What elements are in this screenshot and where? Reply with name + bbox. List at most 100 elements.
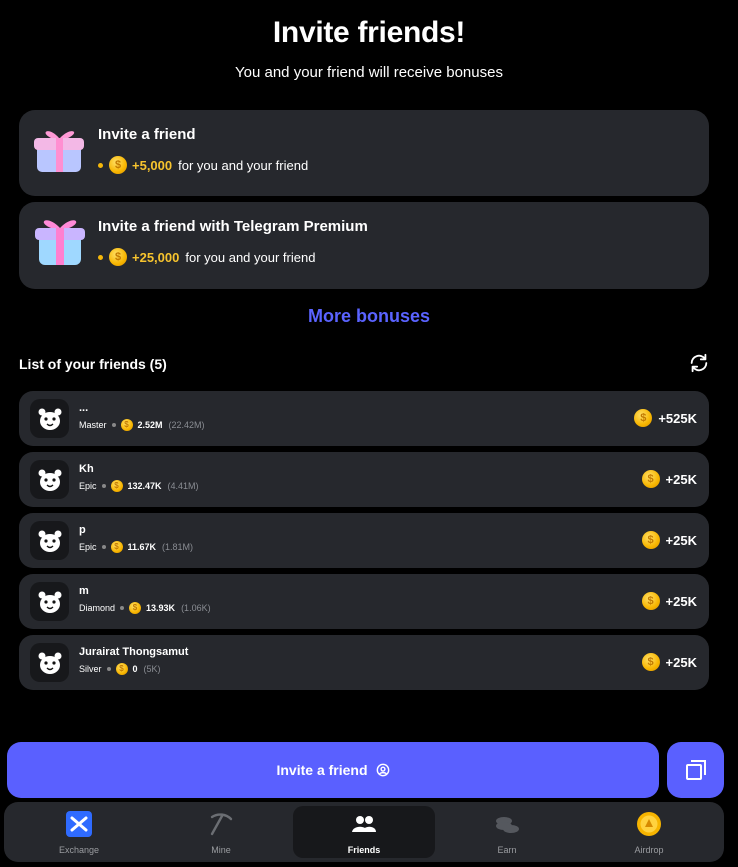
coin-icon <box>110 541 123 553</box>
friend-name: m <box>79 585 89 597</box>
hamster-avatar-icon <box>30 399 69 438</box>
friend-meta: Epic 132.47K (4.41M) <box>79 480 199 492</box>
invite-button-label: Invite a friend <box>276 762 368 778</box>
coin-icon <box>120 419 133 431</box>
nav-label: Earn <box>497 845 517 855</box>
friend-name: Jurairat Thongsamut <box>79 646 189 658</box>
pickaxe-icon <box>208 811 234 837</box>
copy-icon <box>685 760 706 780</box>
copy-link-button[interactable] <box>667 742 724 798</box>
nav-exchange[interactable]: Exchange <box>8 806 150 858</box>
friend-coins: 13.93K <box>146 603 176 613</box>
nav-mine[interactable]: Mine <box>150 806 292 858</box>
friend-name: p <box>79 524 86 536</box>
gift-icon <box>34 131 84 172</box>
friend-name: ... <box>79 402 89 414</box>
coin-icon <box>641 653 660 671</box>
friend-row[interactable]: m Diamond 13.93K (1.06K) +25K <box>19 574 709 629</box>
friend-total: (5K) <box>143 664 161 674</box>
friend-row[interactable]: p Epic 11.67K (1.81M) +25K <box>19 513 709 568</box>
refresh-icon[interactable] <box>688 352 710 374</box>
friend-total: (4.41M) <box>167 481 199 491</box>
friend-meta: Epic 11.67K (1.81M) <box>79 541 193 553</box>
friend-reward: +25K <box>641 592 697 610</box>
more-bonuses-link[interactable]: More bonuses <box>0 306 738 327</box>
friend-meta: Silver 0 (5K) <box>79 663 161 675</box>
invite-friend-button[interactable]: Invite a friend <box>7 742 659 798</box>
airdrop-coin-icon <box>636 811 662 837</box>
bullet-dot <box>98 162 103 168</box>
bullet-dot <box>98 254 103 260</box>
offer-amount: +5,000 <box>132 157 173 173</box>
invite-friend-card[interactable]: Invite a friend +5,000 for you and your … <box>19 110 709 196</box>
friend-league: Diamond <box>79 603 116 613</box>
offer-desc: for you and your friend <box>178 157 309 173</box>
separator-dot <box>101 545 106 549</box>
offer-desc: for you and your friend <box>185 249 316 265</box>
nav-label: Exchange <box>58 845 100 855</box>
friends-list-header: List of your friends (5) <box>19 356 167 372</box>
friend-reward-amount: +25K <box>665 593 697 609</box>
premium-gift-icon <box>35 220 85 265</box>
nav-airdrop[interactable]: Airdrop <box>578 806 720 858</box>
nav-label: Mine <box>211 845 231 855</box>
coin-icon <box>110 480 123 492</box>
coin-icon <box>109 248 127 266</box>
friend-reward: +25K <box>641 653 697 671</box>
nav-label: Airdrop <box>634 845 664 855</box>
friend-coins: 2.52M <box>137 420 163 430</box>
friend-row[interactable]: ... Master 2.52M (22.42M) +525K <box>19 391 709 446</box>
friend-meta: Master 2.52M (22.42M) <box>79 419 205 431</box>
friend-total: (1.81M) <box>162 542 194 552</box>
friend-total: (1.06K) <box>181 603 211 613</box>
page-subtitle: You and your friend will receive bonuses <box>235 64 503 81</box>
friend-reward: +525K <box>634 409 697 427</box>
friend-reward-amount: +25K <box>665 532 697 548</box>
friend-meta: Diamond 13.93K (1.06K) <box>79 602 211 614</box>
friend-league: Master <box>79 420 107 430</box>
hamster-avatar-icon <box>30 521 69 560</box>
coin-icon <box>641 470 660 488</box>
coin-icon <box>109 156 127 174</box>
hamster-avatar-icon <box>30 582 69 621</box>
nav-label: Friends <box>347 845 381 855</box>
friend-name: Kh <box>79 463 94 475</box>
exchange-icon <box>66 811 92 837</box>
friend-coins: 0 <box>132 664 138 674</box>
offer-title: Invite a friend <box>98 126 196 143</box>
coin-icon <box>129 602 142 614</box>
coins-stack-icon <box>494 811 520 837</box>
separator-dot <box>120 606 125 610</box>
friend-reward-amount: +25K <box>665 471 697 487</box>
separator-dot <box>106 667 111 671</box>
friend-reward-amount: +525K <box>658 410 697 426</box>
hamster-avatar-icon <box>30 460 69 499</box>
friend-total: (22.42M) <box>168 420 205 430</box>
friend-league: Epic <box>79 481 97 491</box>
friend-row[interactable]: Kh Epic 132.47K (4.41M) +25K <box>19 452 709 507</box>
friend-reward: +25K <box>641 470 697 488</box>
page-title: Invite friends! <box>272 16 466 49</box>
coin-icon <box>115 663 128 675</box>
friend-coins: 11.67K <box>127 542 157 552</box>
friend-coins: 132.47K <box>127 481 162 491</box>
offer-title: Invite a friend with Telegram Premium <box>98 218 368 235</box>
friend-reward: +25K <box>641 531 697 549</box>
coin-icon <box>641 531 660 549</box>
friend-league: Silver <box>79 664 102 674</box>
user-circle-icon <box>376 763 389 777</box>
bottom-nav: Exchange Mine Friends Earn Airdrop <box>4 802 724 862</box>
nav-earn[interactable]: Earn <box>436 806 578 858</box>
offer-bonus: +25,000 for you and your friend <box>98 248 315 266</box>
friend-row[interactable]: Jurairat Thongsamut Silver 0 (5K) +25K <box>19 635 709 690</box>
separator-dot <box>101 484 106 488</box>
coin-icon <box>634 409 653 427</box>
friend-league: Epic <box>79 542 97 552</box>
invite-premium-card[interactable]: Invite a friend with Telegram Premium +2… <box>19 202 709 289</box>
nav-friends[interactable]: Friends <box>293 806 435 858</box>
hamster-avatar-icon <box>30 643 69 682</box>
separator-dot <box>111 423 116 427</box>
coin-icon <box>641 592 660 610</box>
offer-amount: +25,000 <box>132 249 180 265</box>
offer-bonus: +5,000 for you and your friend <box>98 156 308 174</box>
